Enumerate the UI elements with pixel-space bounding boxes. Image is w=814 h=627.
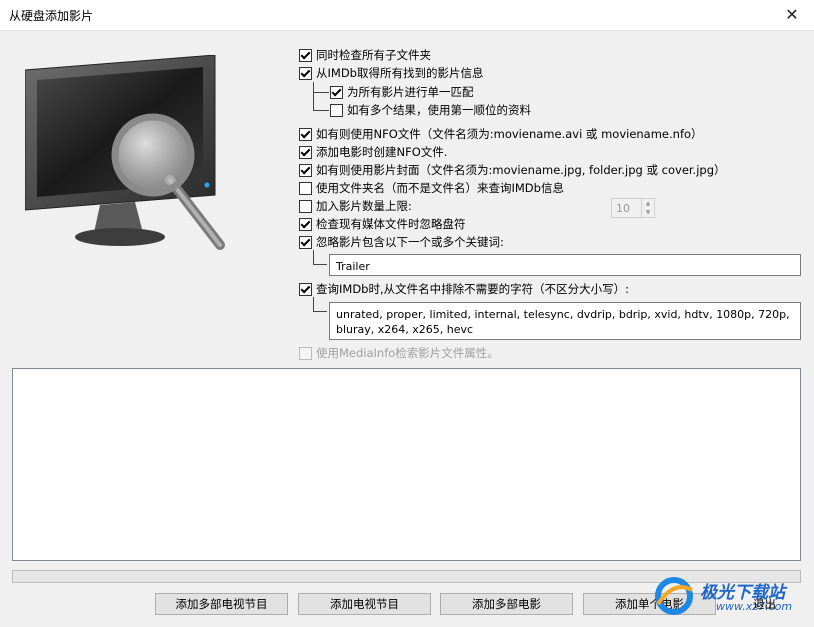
spinner-arrows-icon[interactable]: ▲ ▼ [641,199,654,217]
checkbox[interactable] [299,163,312,177]
option-label: 使用文件夹名（而不是文件名）来查询IMDb信息 [316,181,564,195]
exit-button[interactable]: 退出 [728,593,801,615]
option-ignore-drive[interactable]: 检查现有媒体文件时忽略盘符 [299,216,466,232]
option-label: 如有多个结果，使用第一顺位的资料 [347,103,531,117]
option-ignore-keywords[interactable]: 忽略影片包含以下一个或多个关键词: [299,234,504,250]
checkbox[interactable] [299,282,312,296]
option-label: 加入影片数量上限: [316,199,412,213]
option-label: 查询IMDb时,从文件名中排除不需要的字符（不区分大小写）: [316,282,629,296]
option-single-match[interactable]: 为所有影片进行单一匹配 [330,84,474,100]
option-first-result[interactable]: 如有多个结果，使用第一顺位的资料 [330,102,531,118]
option-label: 为所有影片进行单一匹配 [347,85,474,99]
option-label: 忽略影片包含以下一个或多个关键词: [316,235,504,249]
checkbox[interactable] [299,217,312,231]
checkbox[interactable] [299,145,312,159]
watermark-logo-icon [655,577,693,615]
limit-value: 10 [616,202,630,215]
checkbox[interactable] [299,346,312,360]
checkbox[interactable] [299,235,312,249]
tree-connector [313,297,327,312]
checkbox[interactable] [330,85,343,99]
option-create-nfo[interactable]: 添加电影时创建NFO文件. [299,144,447,160]
close-button[interactable]: ✕ [778,3,806,27]
exclude-chars-input[interactable]: unrated, proper, limited, internal, tele… [329,302,801,340]
option-label: 如有则使用影片封面（文件名须为:moviename.jpg, folder.jp… [316,163,726,177]
add-tv-series-button[interactable]: 添加多部电视节目 [155,593,288,615]
option-label: 检查现有媒体文件时忽略盘符 [316,217,466,231]
tree-connector [313,92,329,111]
option-fetch-imdb[interactable]: 从IMDb取得所有找到的影片信息 [299,65,483,81]
monitor-search-icon [25,55,225,250]
add-tv-button[interactable]: 添加电视节目 [298,593,431,615]
title-bar: 从硬盘添加影片 ✕ [0,0,814,31]
limit-spinner[interactable]: 10 ▲ ▼ [611,198,655,218]
option-label: 使用MediaInfo检索影片文件属性。 [316,346,499,360]
option-use-nfo[interactable]: 如有则使用NFO文件（文件名须为:moviename.avi 或 moviena… [299,126,703,142]
checkbox[interactable] [330,103,343,117]
tree-connector [313,250,327,265]
option-label: 同时检查所有子文件夹 [316,48,431,62]
option-mediainfo[interactable]: 使用MediaInfo检索影片文件属性。 [299,345,499,361]
option-label: 添加电影时创建NFO文件. [316,145,448,159]
option-scan-subfolders[interactable]: 同时检查所有子文件夹 [299,47,431,63]
log-area[interactable] [12,368,801,561]
option-use-cover[interactable]: 如有则使用影片封面（文件名须为:moviename.jpg, folder.jp… [299,162,726,178]
checkbox[interactable] [299,66,312,80]
option-limit[interactable]: 加入影片数量上限: [299,198,412,214]
option-label: 从IMDb取得所有找到的影片信息 [316,66,484,80]
checkbox[interactable] [299,127,312,141]
checkbox[interactable] [299,48,312,62]
option-folder-name[interactable]: 使用文件夹名（而不是文件名）来查询IMDb信息 [299,180,564,196]
checkbox[interactable] [299,199,312,213]
keywords-input[interactable]: Trailer [329,254,801,276]
add-movies-button[interactable]: 添加多部电影 [440,593,573,615]
option-label: 如有则使用NFO文件（文件名须为:moviename.avi 或 moviena… [316,127,703,141]
checkbox[interactable] [299,181,312,195]
option-strip-chars[interactable]: 查询IMDb时,从文件名中排除不需要的字符（不区分大小写）: [299,281,629,297]
window-title: 从硬盘添加影片 [9,9,94,23]
